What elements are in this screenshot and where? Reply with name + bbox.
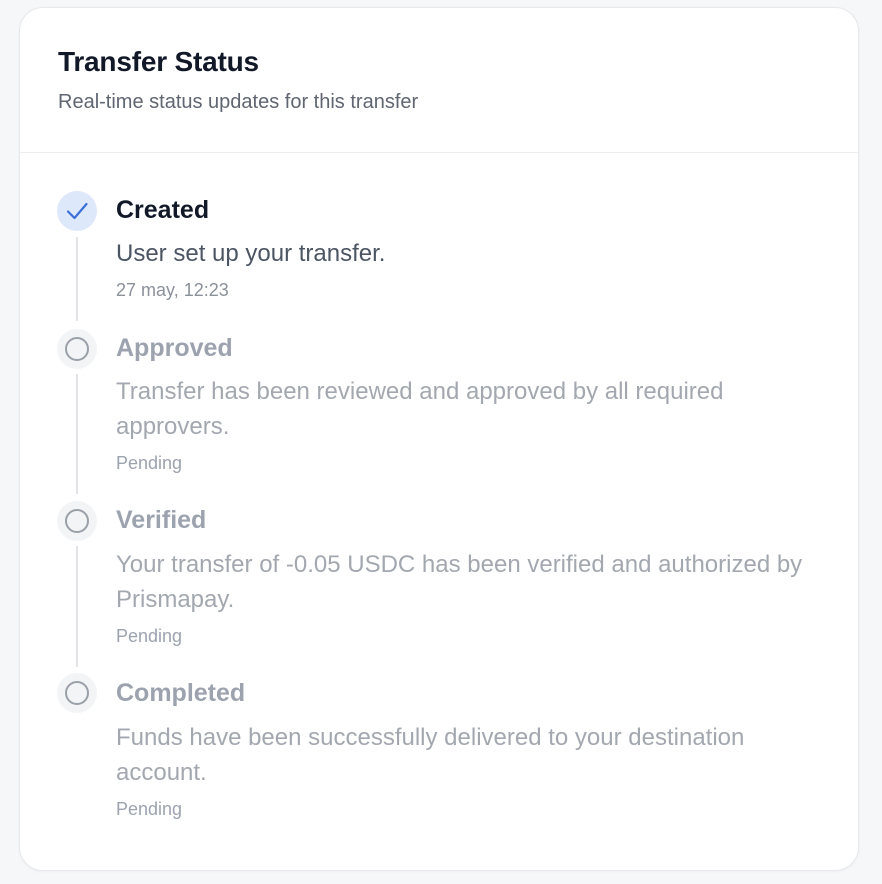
page-title: Transfer Status xyxy=(58,46,259,77)
timeline-step-verified: Verified Your transfer of -0.05 USDC has… xyxy=(20,495,858,668)
timeline-step-approved: Approved Transfer has been reviewed and … xyxy=(20,323,858,495)
timeline-step-completed: Completed Funds have been successfully d… xyxy=(20,668,858,848)
step-title: Verified xyxy=(116,506,207,534)
timeline-connector xyxy=(76,374,78,494)
step-status: Pending xyxy=(116,799,183,819)
step-description: Funds have been successfully delivered t… xyxy=(116,724,745,786)
step-description: User set up your transfer. xyxy=(116,240,386,267)
step-timestamp: 27 may, 12:23 xyxy=(116,280,229,300)
step-description: Your transfer of -0.05 USDC has been ver… xyxy=(116,551,803,613)
step-title: Completed xyxy=(116,679,246,707)
timeline-step-created: Created User set up your transfer. 27 ma… xyxy=(20,153,858,323)
step-description: Transfer has been reviewed and approved … xyxy=(116,378,724,440)
empty-circle-icon xyxy=(57,673,97,713)
card-header: Transfer Status Real-time status updates… xyxy=(20,8,858,153)
empty-circle-icon xyxy=(57,329,97,369)
page-subtitle: Real-time status updates for this transf… xyxy=(58,91,419,113)
step-status: Pending xyxy=(116,626,183,646)
empty-circle-icon xyxy=(57,501,97,541)
check-icon xyxy=(57,191,97,231)
transfer-status-card: Transfer Status Real-time status updates… xyxy=(19,7,859,871)
timeline-connector xyxy=(76,546,78,667)
step-status: Pending xyxy=(116,453,183,473)
step-title: Created xyxy=(116,196,210,224)
timeline-connector xyxy=(76,237,78,321)
status-timeline: Created User set up your transfer. 27 ma… xyxy=(20,153,858,870)
step-title: Approved xyxy=(116,334,233,362)
